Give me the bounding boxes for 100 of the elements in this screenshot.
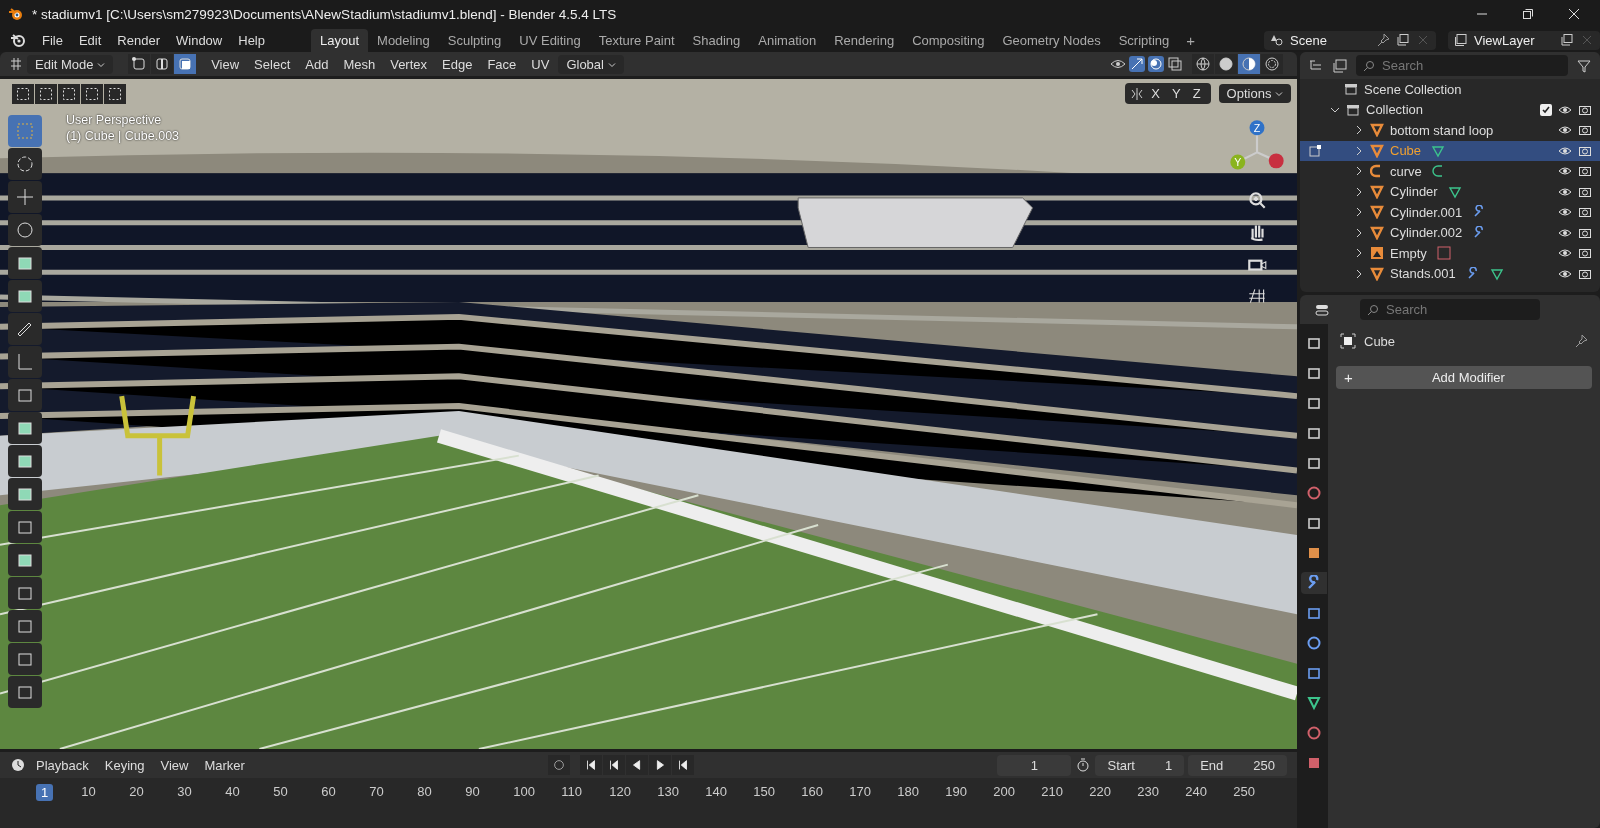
view-layer-name[interactable]: ViewLayer <box>1474 32 1554 48</box>
menu-item[interactable]: UV <box>525 54 556 74</box>
cursor-tool-button[interactable] <box>8 148 42 180</box>
mesh-data-icon[interactable] <box>1431 143 1446 158</box>
expand-caret-icon[interactable] <box>1354 227 1364 238</box>
search-field[interactable]: Search <box>1360 299 1540 320</box>
edge-select-mode-button[interactable] <box>151 54 174 74</box>
selection-mode-button[interactable] <box>35 83 57 104</box>
loop-cut-tool-button[interactable] <box>8 511 42 543</box>
menu-item[interactable]: Edit <box>72 30 108 50</box>
camera-icon[interactable] <box>1578 246 1592 261</box>
extrude-tool-button[interactable] <box>8 412 42 444</box>
outliner-row[interactable]: Cylinder.001 <box>1300 202 1600 223</box>
scale-tool-button[interactable] <box>8 247 42 279</box>
rendered-shading-button[interactable] <box>1261 54 1283 74</box>
bevel-tool-button[interactable] <box>8 478 42 510</box>
workspace-tab[interactable]: Geometry Nodes <box>993 29 1110 52</box>
outliner-row[interactable]: bottom stand loop <box>1300 120 1600 141</box>
rotate-tool-button[interactable] <box>8 214 42 246</box>
smooth-tool-button[interactable] <box>8 643 42 675</box>
scene-name[interactable]: Scene <box>1290 32 1370 48</box>
expand-caret-icon[interactable] <box>1354 268 1364 279</box>
start-frame-field[interactable]: Start 1 <box>1095 754 1185 776</box>
copy-icon[interactable] <box>1396 33 1410 47</box>
outliner-row[interactable]: Stands.001 <box>1300 263 1600 284</box>
mesh-data-icon[interactable] <box>1447 184 1462 199</box>
restore-icon[interactable] <box>1522 8 1534 20</box>
outliner-row[interactable]: Cube <box>1300 140 1600 161</box>
expand-caret-icon[interactable] <box>1354 186 1364 197</box>
workspace-tab[interactable]: Texture Paint <box>589 29 684 52</box>
expand-caret-icon[interactable] <box>1354 166 1364 177</box>
mirror-icon[interactable] <box>1130 86 1145 101</box>
workspace-tab[interactable]: Layout <box>311 29 369 52</box>
workspace-tab[interactable]: Compositing <box>903 29 994 52</box>
add-modifier-button[interactable]: + Add Modifier <box>1336 366 1592 389</box>
menu-item[interactable]: Render <box>111 30 166 50</box>
axis-toggle[interactable]: Y <box>1166 85 1186 102</box>
expand-caret-icon[interactable] <box>1354 125 1364 136</box>
workspace-tab[interactable]: UV Editing <box>510 29 590 52</box>
axis-gizmo-drawing[interactable]: Z Y <box>1225 115 1289 179</box>
current-frame-field[interactable]: 1 <box>997 754 1072 776</box>
inset-tool-button[interactable] <box>8 445 42 477</box>
vertex-select-mode-button[interactable] <box>128 54 151 74</box>
shrink-tool-button[interactable] <box>8 676 42 708</box>
orientation-dropdown[interactable]: Global <box>558 54 624 74</box>
workspace-tab[interactable]: Scripting <box>1109 29 1179 52</box>
playback-control-icon[interactable] <box>649 755 672 775</box>
menu-item[interactable]: View <box>154 755 195 775</box>
search-field[interactable]: Search <box>1356 55 1568 76</box>
menu-item[interactable]: View <box>205 54 246 74</box>
menu-item[interactable]: Marker <box>198 755 251 775</box>
keyframe-record-icon[interactable] <box>548 755 571 775</box>
expand-caret-icon[interactable] <box>1354 145 1364 156</box>
add-workspace-button[interactable]: + <box>1178 29 1203 52</box>
close-icon[interactable] <box>1568 8 1580 20</box>
annotate-tool-button[interactable] <box>8 313 42 345</box>
playback-control-icon[interactable] <box>626 755 649 775</box>
expand-caret-icon[interactable] <box>1354 207 1364 218</box>
exclude-checkbox[interactable] <box>1540 103 1552 116</box>
menu-item[interactable]: Face <box>481 54 523 74</box>
clock-icon[interactable] <box>10 757 26 773</box>
collection-label[interactable]: Collection <box>1366 102 1424 118</box>
material-shading-button[interactable] <box>1238 54 1260 74</box>
xray-icon[interactable] <box>1167 56 1183 72</box>
outliner-row[interactable]: Empty <box>1300 243 1600 264</box>
outliner-row[interactable]: curve <box>1300 161 1600 182</box>
playback-control-icon[interactable] <box>603 755 626 775</box>
workspace-tab[interactable]: Animation <box>749 29 826 52</box>
gizmo-toggle-icon[interactable] <box>1129 56 1145 72</box>
scene-collection-label[interactable]: Scene Collection <box>1364 81 1462 97</box>
spin-tool-button[interactable] <box>8 610 42 642</box>
selection-mode-button[interactable] <box>12 83 34 104</box>
knife-tool-button[interactable] <box>8 544 42 576</box>
face-select-mode-button[interactable] <box>174 54 197 74</box>
selection-mode-button[interactable] <box>104 83 126 104</box>
axis-toggle[interactable]: Z <box>1187 85 1206 102</box>
view-layer-selector[interactable]: ViewLayer <box>1448 30 1600 50</box>
expand-caret-icon[interactable] <box>1354 248 1364 259</box>
menu-item[interactable]: Vertex <box>384 54 434 74</box>
playback-control-icon[interactable] <box>580 755 603 775</box>
selection-mode-button[interactable] <box>58 83 80 104</box>
camera-icon[interactable] <box>1578 205 1592 220</box>
workspace-tab[interactable]: Shading <box>683 29 750 52</box>
measure-tool-button[interactable] <box>8 346 42 378</box>
blender-logo-icon[interactable] <box>10 32 26 48</box>
axis-toggle[interactable]: X <box>1146 85 1165 102</box>
pin-icon[interactable] <box>1574 334 1588 348</box>
options-dropdown[interactable]: Options <box>1218 84 1291 103</box>
zoom-icon[interactable] <box>1246 189 1268 211</box>
menu-item[interactable]: Add <box>299 54 335 74</box>
menu-item[interactable]: Keying <box>98 755 151 775</box>
workspace-tab[interactable]: Sculpting <box>438 29 511 52</box>
wireframe-shading-button[interactable] <box>1192 54 1214 74</box>
vertex-group-icon[interactable] <box>1489 266 1504 281</box>
menu-item[interactable]: Mesh <box>337 54 382 74</box>
menu-item[interactable]: Edge <box>436 54 479 74</box>
transform-tool-button[interactable] <box>8 280 42 312</box>
menu-item[interactable]: Window <box>170 30 229 50</box>
mode-dropdown[interactable]: Edit Mode <box>27 54 114 74</box>
selection-mode-button[interactable] <box>81 83 103 104</box>
